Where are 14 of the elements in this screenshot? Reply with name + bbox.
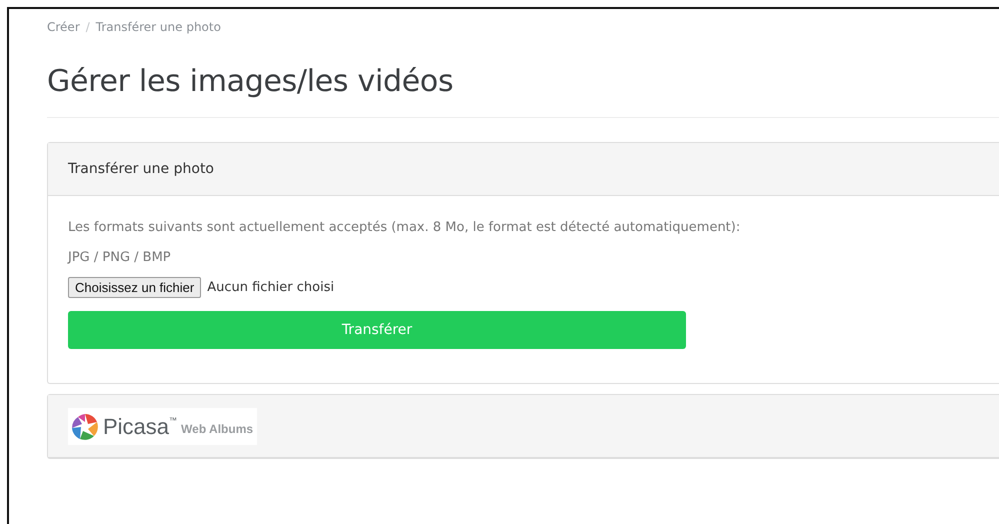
panel-heading: Transférer une photo bbox=[68, 161, 214, 177]
logo-subtitle: Web Albums bbox=[181, 422, 254, 436]
choose-file-button[interactable]: Choisissez un fichier bbox=[68, 277, 202, 298]
file-status: Aucun fichier choisi bbox=[207, 280, 334, 295]
formats-list: JPG / PNG / BMP bbox=[68, 250, 979, 265]
breadcrumb-link[interactable]: Transférer une photo bbox=[96, 20, 221, 34]
upload-button[interactable]: Transférer bbox=[68, 311, 686, 349]
breadcrumb-link[interactable]: Créer bbox=[47, 20, 80, 34]
formats-note: Les formats suivants sont actuellement acceptés (max. 8 Mo, le format est détecté automatiquement): bbox=[68, 220, 742, 235]
pinwheel-logo-icon bbox=[70, 412, 100, 442]
trademark-mark: ™ bbox=[169, 416, 178, 424]
logo-name: Picasa bbox=[103, 414, 170, 440]
page-title: Gérer les images/les vidéos bbox=[47, 64, 999, 118]
breadcrumb-separator: / bbox=[86, 20, 90, 34]
